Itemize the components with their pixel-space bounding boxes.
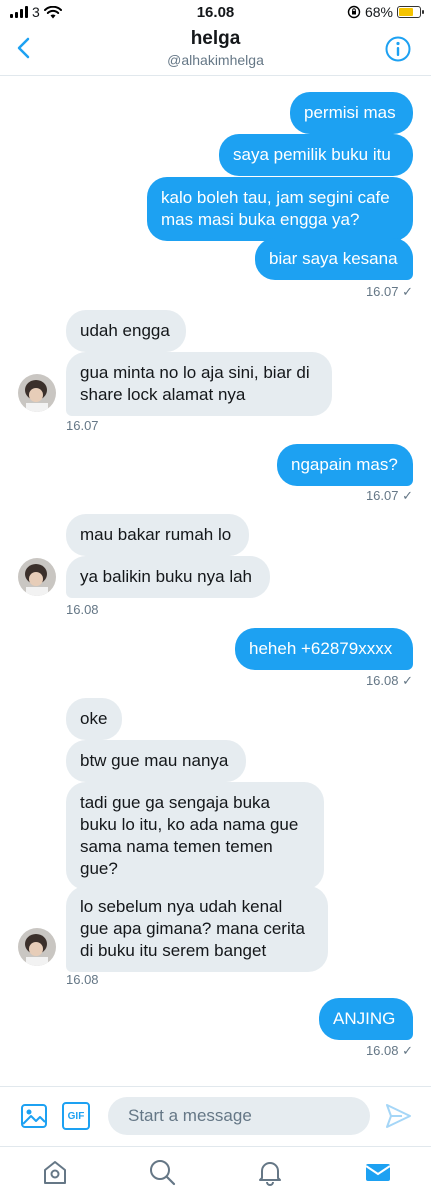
message-bubble-incoming[interactable]: oke xyxy=(66,698,122,740)
message-bubble-outgoing[interactable]: biar saya kesana xyxy=(255,238,413,280)
message-timestamp: 16.08 ✓ xyxy=(365,673,413,688)
home-icon[interactable] xyxy=(40,1157,70,1187)
send-icon[interactable] xyxy=(384,1103,412,1129)
message-bubble-outgoing[interactable]: ANJING xyxy=(319,998,413,1040)
gif-button[interactable]: GIF xyxy=(62,1102,90,1130)
message-bubble-incoming[interactable]: ya balikin buku nya lah xyxy=(66,556,270,598)
message-bubble-incoming[interactable]: tadi gue ga sengaja buka buku lo itu, ko… xyxy=(66,782,324,890)
battery-icon xyxy=(397,6,424,18)
bottom-tab-bar xyxy=(0,1146,431,1200)
conversation-handle: @alhakimhelga xyxy=(167,52,264,68)
message-composer: GIF xyxy=(0,1086,431,1146)
avatar[interactable] xyxy=(18,928,56,966)
avatar-photo xyxy=(18,558,56,596)
message-input[interactable] xyxy=(108,1097,370,1135)
message-bubble-outgoing[interactable]: saya pemilik buku itu xyxy=(219,134,413,176)
image-icon[interactable] xyxy=(20,1102,48,1130)
conversation-header: helga @alhakimhelga xyxy=(0,24,431,76)
message-timestamp: 16.07 xyxy=(66,418,99,433)
bell-icon[interactable] xyxy=(255,1157,285,1187)
battery-percent: 68% xyxy=(364,4,393,20)
avatar[interactable] xyxy=(18,374,56,412)
avatar-photo xyxy=(18,928,56,966)
orientation-lock-icon xyxy=(347,5,361,19)
info-button[interactable] xyxy=(385,36,411,62)
conversation-title: helga xyxy=(190,28,241,49)
status-right: 68% xyxy=(347,4,424,20)
message-bubble-outgoing[interactable]: ngapain mas? xyxy=(277,444,413,486)
message-bubble-outgoing[interactable]: permisi mas xyxy=(290,92,413,134)
message-timestamp: 16.08 ✓ xyxy=(365,1043,413,1058)
status-bar: 3 16.08 68% xyxy=(0,0,431,24)
message-bubble-outgoing[interactable]: kalo boleh tau, jam segini cafe mas masi… xyxy=(147,177,413,241)
message-bubble-incoming[interactable]: mau bakar rumah lo xyxy=(66,514,249,556)
message-timestamp: 16.07 ✓ xyxy=(365,488,413,503)
message-timestamp: 16.07 ✓ xyxy=(365,284,413,299)
search-icon[interactable] xyxy=(147,1157,177,1187)
avatar[interactable] xyxy=(18,558,56,596)
message-bubble-incoming[interactable]: btw gue mau nanya xyxy=(66,740,246,782)
message-bubble-incoming[interactable]: lo sebelum nya udah kenal gue apa gimana… xyxy=(66,886,328,972)
message-timestamp: 16.08 xyxy=(66,972,99,987)
avatar-photo xyxy=(18,374,56,412)
message-bubble-outgoing[interactable]: heheh +62879xxxx xyxy=(235,628,413,670)
mail-icon[interactable] xyxy=(363,1157,393,1187)
message-timestamp: 16.08 xyxy=(66,602,99,617)
message-bubble-incoming[interactable]: gua minta no lo aja sini, biar di share … xyxy=(66,352,332,416)
message-bubble-incoming[interactable]: udah engga xyxy=(66,310,186,352)
